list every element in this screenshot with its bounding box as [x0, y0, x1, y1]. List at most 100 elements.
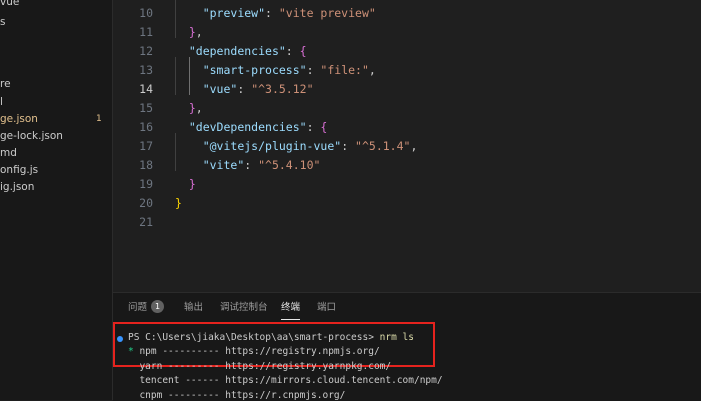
code-token: "^5.1.4" [355, 139, 410, 153]
code-token: } [189, 101, 196, 115]
file-item[interactable]: ge.json [0, 111, 38, 128]
code-token: "vite preview" [279, 6, 376, 20]
code-token: { [300, 44, 307, 58]
file-item[interactable]: l [0, 94, 3, 111]
code-token: , [196, 25, 203, 39]
line-number: 14 [113, 80, 153, 99]
code-text: "vite": "^5.4.10" [175, 156, 320, 175]
code-line[interactable]: 17 "@vitejs/plugin-vue": "^5.1.4", [113, 137, 701, 156]
code-token: } [189, 177, 196, 191]
code-token: , [410, 139, 417, 153]
code-token [175, 25, 189, 39]
code-line[interactable]: 10 "preview": "vite preview" [113, 4, 701, 23]
code-text: "@vitejs/plugin-vue": "^5.1.4", [175, 137, 417, 156]
code-line[interactable]: 14 "vue": "^3.5.12" [113, 80, 701, 99]
code-text: "smart-process": "file:", [175, 61, 376, 80]
code-line[interactable]: 15 }, [113, 99, 701, 118]
code-token: : [307, 63, 321, 77]
code-token: "^5.4.10" [258, 158, 320, 172]
file-item[interactable]: ge-lock.json [0, 128, 63, 145]
registry-text: tencent ------ https://mirrors.cloud.ten… [134, 375, 443, 386]
code-token: , [196, 101, 203, 115]
code-token: : [265, 6, 279, 20]
code-text: "dependencies": { [175, 42, 307, 61]
code-line[interactable]: 12 "dependencies": { [113, 42, 701, 61]
panel-tab-label: 终端 [281, 302, 300, 313]
code-editor[interactable]: 10 "preview": "vite preview"11 },12 "dep… [113, 0, 701, 292]
code-token [175, 63, 203, 77]
terminal-command: nrm ls [380, 332, 414, 343]
code-token [175, 139, 203, 153]
registry-text: npm ---------- https://registry.npmjs.or… [134, 346, 380, 357]
code-token [175, 82, 203, 96]
terminal-prompt: PS C:\Users\jiaka\Desktop\aa\smart-proce… [128, 332, 380, 343]
registry-line: yarn --------- https://registry.yarnpkg.… [128, 360, 391, 374]
code-token: "preview" [203, 6, 265, 20]
code-token: "smart-process" [203, 63, 307, 77]
file-item[interactable]: re [0, 76, 11, 93]
panel-tab-label: 问题 [128, 302, 147, 313]
line-number: 11 [113, 23, 153, 42]
code-text: } [175, 175, 196, 194]
code-token: "^3.5.12" [251, 82, 313, 96]
panel-tab[interactable]: 终端 [281, 297, 300, 320]
terminal-prompt-line[interactable]: PS C:\Users\jiaka\Desktop\aa\smart-proce… [128, 331, 414, 345]
code-token: "file:" [320, 63, 368, 77]
code-text: "devDependencies": { [175, 118, 327, 137]
registry-line: cnpm --------- https://r.cnpmjs.org/ [128, 389, 345, 401]
registry-text: yarn --------- https://registry.yarnpkg.… [134, 361, 391, 372]
panel-tab-label: 端口 [317, 302, 336, 313]
code-token: : [286, 44, 300, 58]
line-number: 17 [113, 137, 153, 156]
line-number: 13 [113, 61, 153, 80]
line-number: 12 [113, 42, 153, 61]
line-number: 19 [113, 175, 153, 194]
line-number: 16 [113, 118, 153, 137]
panel-tab[interactable]: 端口 [317, 297, 336, 319]
code-token [175, 101, 189, 115]
line-number: 10 [113, 4, 153, 23]
file-item[interactable]: ig.json [0, 179, 34, 196]
code-token: } [189, 25, 196, 39]
line-number: 18 [113, 156, 153, 175]
code-token: : [341, 139, 355, 153]
code-token: { [320, 120, 327, 134]
file-item[interactable]: s [0, 14, 5, 31]
panel-tab[interactable]: 输出 [184, 297, 203, 319]
panel-tab[interactable]: 问题 1 [128, 297, 164, 319]
code-line[interactable]: 19 } [113, 175, 701, 194]
problem-count-badge: 1 [151, 300, 164, 313]
code-token: : [307, 120, 321, 134]
file-item[interactable]: md [0, 145, 17, 162]
code-token: : [237, 82, 251, 96]
code-line[interactable]: 13 "smart-process": "file:", [113, 61, 701, 80]
code-text: }, [175, 99, 203, 118]
registry-line: * npm ---------- https://registry.npmjs.… [128, 345, 380, 359]
code-token: "vue" [203, 82, 238, 96]
code-text: "vue": "^3.5.12" [175, 80, 314, 99]
problem-count-badge: 1 [96, 111, 102, 128]
file-item[interactable]: onfig.js [0, 162, 38, 179]
code-token [175, 120, 189, 134]
code-text: } [175, 194, 182, 213]
code-token [175, 6, 203, 20]
code-line[interactable]: 21 [113, 213, 701, 232]
line-number: 21 [113, 213, 153, 232]
code-token: } [175, 196, 182, 210]
code-token: "vite" [203, 158, 245, 172]
panel-tab-label: 调试控制台 [220, 302, 268, 313]
code-token [175, 177, 189, 191]
explorer-sidebar: vue s relge.json 1 ge-lock.jsonmdonfig.jsig.… [0, 0, 113, 400]
panel-tab-label: 输出 [184, 302, 203, 313]
bottom-panel: 问题 1 输出 调试控制台 终端 端口 PS C:\Users\jiaka\Desktop\… [113, 292, 701, 401]
code-line[interactable]: 11 }, [113, 23, 701, 42]
code-token: , [369, 63, 376, 77]
code-line[interactable]: 20} [113, 194, 701, 213]
file-item[interactable]: vue [0, 0, 19, 11]
code-token: "dependencies" [189, 44, 286, 58]
code-line[interactable]: 18 "vite": "^5.4.10" [113, 156, 701, 175]
registry-text: cnpm --------- https://r.cnpmjs.org/ [134, 390, 346, 401]
panel-tab[interactable]: 调试控制台 [220, 297, 268, 319]
code-line[interactable]: 16 "devDependencies": { [113, 118, 701, 137]
code-token: "@vitejs/plugin-vue" [203, 139, 341, 153]
